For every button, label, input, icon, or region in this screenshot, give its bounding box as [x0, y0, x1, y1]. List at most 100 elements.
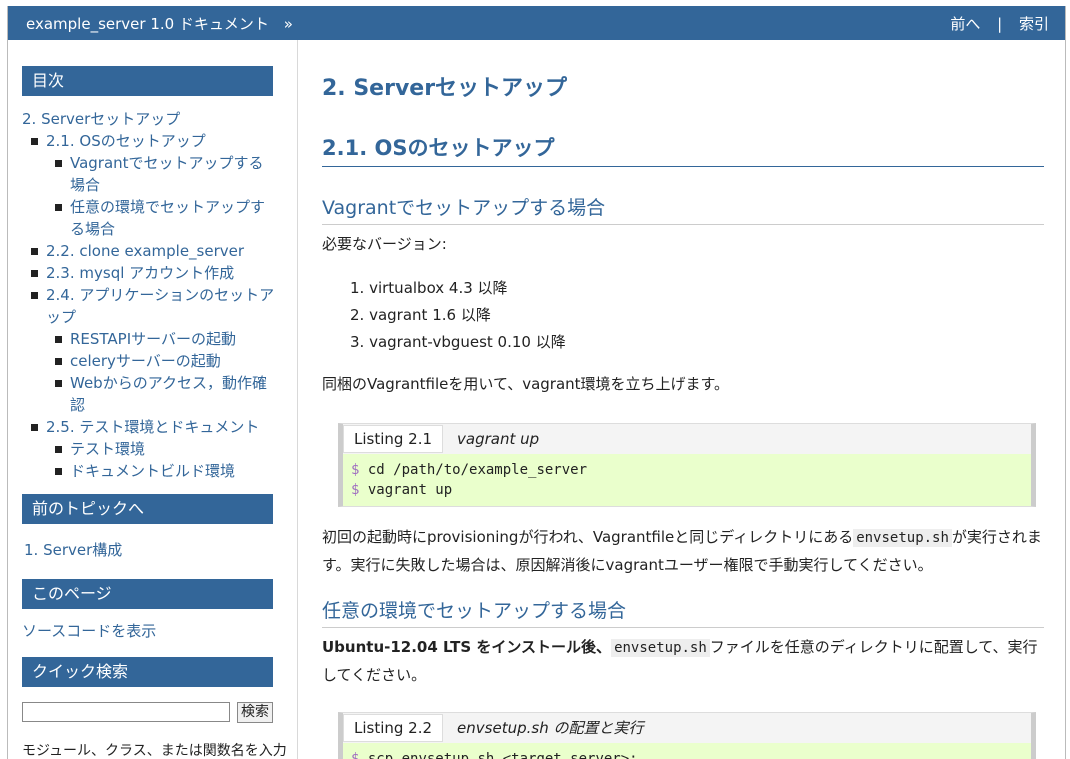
toc-item[interactable]: 任意の環境でセットアップする場合 — [22, 196, 277, 240]
toc-item-label[interactable]: 2.4. アプリケーションのセットアップ — [46, 286, 274, 326]
subsection-heading-vagrant: Vagrantでセットアップする場合 — [322, 193, 605, 220]
required-versions-label: 必要なバージョン: — [322, 235, 447, 253]
toc-item[interactable]: 2.1. OSのセットアップ — [22, 130, 277, 152]
code-listing-1: Listing 2.1 vagrant up $ cd /path/to/exam… — [338, 423, 1036, 507]
shell-command: vagrant up — [367, 482, 453, 498]
prev-topic-heading: 前のトピックへ — [22, 494, 273, 524]
bullet-icon — [55, 336, 62, 343]
toc-item[interactable]: ドキュメントビルド環境 — [22, 460, 277, 482]
toc-item-label[interactable]: Vagrantでセットアップする場合 — [70, 154, 264, 194]
prev-link[interactable]: 前へ — [950, 15, 980, 33]
toc-item-label[interactable]: 2.5. テスト環境とドキュメント — [46, 418, 259, 436]
sidebar: 目次 2. Serverセットアップ 2.1. OSのセットアップ Vagran… — [8, 40, 298, 759]
toc-item-label[interactable]: Webからのアクセス，動作確認 — [70, 374, 267, 414]
subsection-heading-vagrant-label: Vagrantでセットアップする場合 — [322, 197, 606, 219]
bullet-icon — [31, 424, 38, 431]
search-hint: モジュール、クラス、または関数名を入力 — [22, 743, 287, 759]
code-block: $ cd /path/to/example_server $ vagrant u… — [343, 454, 1031, 506]
code-block: $ scp envsetup.sh <target server>: — [343, 743, 1031, 759]
page-title: 2. Serverセットアップ — [322, 76, 568, 101]
shell-prompt: $ — [351, 462, 360, 478]
home-link[interactable]: example_server 1.0 ドキュメント » — [26, 13, 293, 34]
code-line: $ cd /path/to/example_server — [351, 460, 1023, 480]
toc-item-label[interactable]: 2.2. clone example_server — [46, 242, 244, 260]
inline-code: envsetup.sh — [853, 529, 952, 547]
related-links: 前へ | 索引 — [950, 13, 1049, 34]
toc-item-label[interactable]: テスト環境 — [70, 440, 145, 458]
search-button[interactable]: 検索 — [237, 702, 273, 723]
toc-item-label[interactable]: RESTAPIサーバーの起動 — [70, 330, 236, 348]
page-frame: example_server 1.0 ドキュメント » 前へ | 索引 目次 2… — [7, 6, 1066, 759]
show-source-label[interactable]: ソースコードを表示 — [22, 622, 156, 640]
bullet-icon — [31, 270, 38, 277]
toc-item-label[interactable]: celeryサーバーの起動 — [70, 352, 221, 370]
toc-item-label[interactable]: ドキュメントビルド環境 — [70, 462, 235, 480]
provision-paragraph: 初回の起動時にprovisioningが行われ、Vagrantfileと同じディ… — [322, 524, 1047, 579]
bullet-icon — [31, 138, 38, 145]
version-list: 1. virtualbox 4.3 以降 2. vagrant 1.6 以降 3… — [350, 275, 566, 356]
bullet-icon — [55, 446, 62, 453]
toc-item-label[interactable]: 2. Serverセットアップ — [22, 110, 180, 128]
subsection-divider — [322, 627, 1044, 628]
nav-separator: | — [997, 15, 1003, 33]
toc-item-label[interactable]: 任意の環境でセットアップする場合 — [70, 198, 265, 238]
listing-caption: Listing 2.2 envsetup.sh の配置と実行 — [343, 713, 1031, 743]
prev-topic-link[interactable]: 1. Server構成 — [24, 539, 122, 560]
list-item: 3. vagrant-vbguest 0.10 以降 — [350, 333, 566, 351]
listing-number: Listing 2.2 — [343, 714, 444, 742]
toc-item-label[interactable]: 2.1. OSのセットアップ — [46, 132, 206, 150]
ubuntu-paragraph: Ubuntu-12.04 LTS をインストール後、 envsetup.sh ファイ… — [322, 634, 1047, 689]
shell-prompt: $ — [351, 751, 360, 759]
section-divider — [322, 166, 1044, 167]
toc-item[interactable]: Webからのアクセス，動作確認 — [22, 372, 277, 416]
subsection-divider — [322, 224, 1044, 225]
toc-item[interactable]: 2.2. clone example_server — [22, 240, 277, 262]
list-item: 2. vagrant 1.6 以降 — [350, 306, 491, 324]
provision-text: 初回の起動時にprovisioningが行われ、Vagrantfileと同じディ… — [322, 528, 854, 546]
version-item: vagrant-vbguest 0.10 以降 — [369, 333, 566, 351]
shell-prompt: $ — [351, 482, 360, 498]
bullet-icon — [55, 380, 62, 387]
code-line: $ vagrant up — [351, 480, 1023, 500]
bullet-icon — [55, 468, 62, 475]
listing-number: Listing 2.1 — [343, 425, 444, 453]
show-source-link[interactable]: ソースコードを表示 — [22, 620, 156, 641]
prev-topic-label[interactable]: 1. Server構成 — [24, 541, 122, 559]
bullet-icon — [55, 358, 62, 365]
listing-title: envsetup.sh の配置と実行 — [457, 719, 644, 737]
version-item: vagrant 1.6 以降 — [369, 306, 491, 324]
index-link[interactable]: 索引 — [1019, 15, 1049, 33]
toc-item[interactable]: 2.5. テスト環境とドキュメント — [22, 416, 277, 438]
home-link-label[interactable]: example_server 1.0 ドキュメント — [26, 15, 269, 33]
toc-item-label[interactable]: 2.3. mysql アカウント作成 — [46, 264, 234, 282]
toc-item[interactable]: RESTAPIサーバーの起動 — [22, 328, 277, 350]
shell-command: scp envsetup.sh <target server>: — [367, 751, 638, 759]
toc-list: 2. Serverセットアップ 2.1. OSのセットアップ Vagrantでセ… — [22, 108, 277, 482]
ubuntu-text: Ubuntu-12.04 LTS をインストール後、 — [322, 638, 612, 656]
bullet-icon — [55, 204, 62, 211]
quick-search-heading: クイック検索 — [22, 657, 273, 687]
version-item: virtualbox 4.3 以降 — [369, 279, 508, 297]
vagrant-paragraph: 同梱のVagrantfileを用いて、vagrant環境を立ち上げます。 — [322, 375, 730, 393]
subsection-heading-any: 任意の環境でセットアップする場合 — [322, 600, 627, 622]
code-line: $ scp envsetup.sh <target server>: — [351, 749, 1023, 759]
code-listing-2: Listing 2.2 envsetup.sh の配置と実行 $ scp envs… — [338, 712, 1036, 759]
listing-caption: Listing 2.1 vagrant up — [343, 424, 1031, 454]
toc-item[interactable]: celeryサーバーの起動 — [22, 350, 277, 372]
toc-item[interactable]: テスト環境 — [22, 438, 277, 460]
toc-item[interactable]: Vagrantでセットアップする場合 — [22, 152, 277, 196]
bullet-icon — [55, 160, 62, 167]
bullet-icon — [31, 248, 38, 255]
inline-code: envsetup.sh — [611, 639, 710, 657]
document-body: 2. Serverセットアップ 2.1. OSのセットアップ Vagrantでセ… — [298, 40, 1065, 759]
list-item: 1. virtualbox 4.3 以降 — [350, 279, 508, 297]
listing-title: vagrant up — [457, 430, 540, 448]
search-input[interactable] — [22, 702, 230, 722]
this-page-heading: このページ — [22, 579, 273, 609]
toc-heading: 目次 — [22, 66, 273, 96]
related-nav-bar: example_server 1.0 ドキュメント » 前へ | 索引 — [8, 6, 1065, 40]
toc-item[interactable]: 2. Serverセットアップ — [22, 108, 277, 130]
bullet-icon — [31, 292, 38, 299]
toc-item[interactable]: 2.4. アプリケーションのセットアップ — [22, 284, 277, 328]
toc-item[interactable]: 2.3. mysql アカウント作成 — [22, 262, 277, 284]
